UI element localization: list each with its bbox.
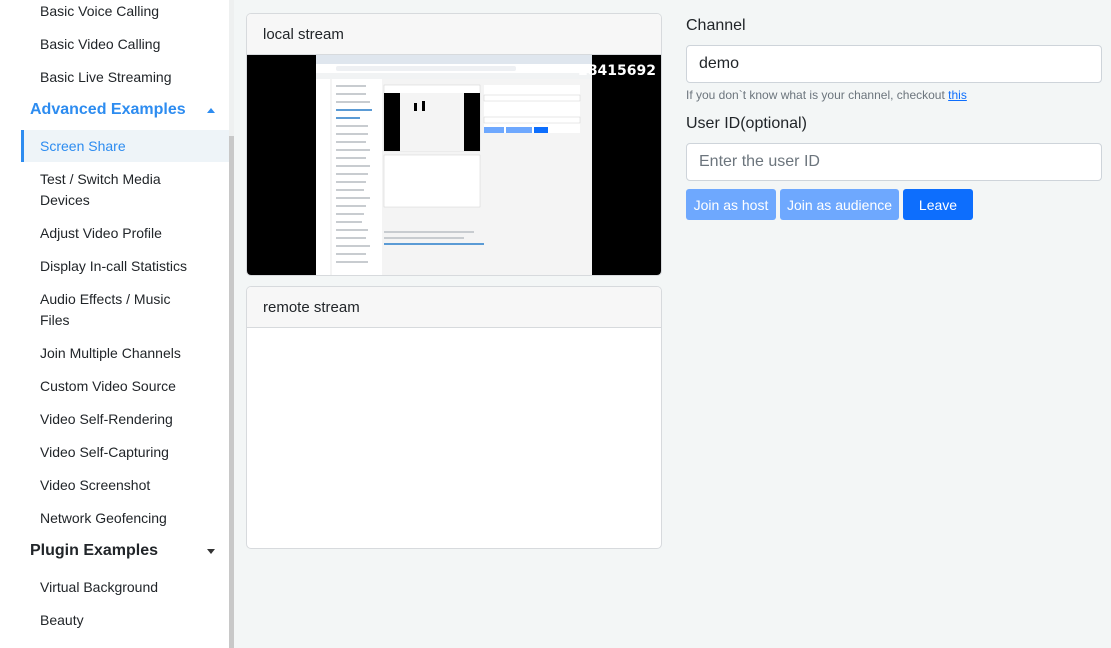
- sidebar-item-beauty[interactable]: Beauty: [40, 610, 190, 631]
- sidebar-item-virtual-background[interactable]: Virtual Background: [40, 577, 190, 598]
- uid-label: User ID(optional): [686, 115, 807, 132]
- sidebar-item-display-in-call-statistics[interactable]: Display In-call Statistics: [40, 256, 190, 277]
- local-stream-title: local stream: [247, 14, 661, 55]
- screen-share-preview: [316, 55, 592, 275]
- sidebar-item-network-geofencing[interactable]: Network Geofencing: [40, 508, 190, 529]
- sidebar: Basic Voice Calling Basic Video Calling …: [0, 0, 229, 648]
- sidebar-item-audio-effects[interactable]: Audio Effects / Music Files: [40, 289, 190, 331]
- channel-input[interactable]: [686, 45, 1102, 83]
- shared-screen-thumbnail: [316, 55, 592, 275]
- sidebar-item-basic-video-calling[interactable]: Basic Video Calling: [40, 34, 190, 55]
- uid-overlay: 28415692: [578, 63, 656, 79]
- sidebar-item-screen-share[interactable]: Screen Share: [40, 136, 190, 157]
- join-as-host-button[interactable]: Join as host: [686, 189, 776, 220]
- channel-hint-text: If you don`t know what is your channel, …: [686, 88, 949, 102]
- local-video-player: 28415692: [247, 55, 661, 275]
- sidebar-group-advanced-label: Advanced Examples: [30, 101, 186, 118]
- remote-stream-card: remote stream: [246, 286, 662, 549]
- sidebar-item-video-screenshot[interactable]: Video Screenshot: [40, 475, 190, 496]
- sidebar-item-basic-voice-calling[interactable]: Basic Voice Calling: [40, 1, 190, 22]
- sidebar-item-custom-video-source[interactable]: Custom Video Source: [40, 376, 190, 397]
- sidebar-item-join-multiple-channels[interactable]: Join Multiple Channels: [40, 343, 190, 364]
- chevron-up-icon: [207, 107, 215, 113]
- sidebar-item-video-self-capturing[interactable]: Video Self-Capturing: [40, 442, 190, 463]
- join-as-audience-button[interactable]: Join as audience: [780, 189, 899, 220]
- sidebar-group-plugin[interactable]: Plugin Examples: [30, 540, 215, 562]
- remote-stream-title: remote stream: [247, 287, 661, 328]
- sidebar-group-plugin-label: Plugin Examples: [30, 542, 159, 559]
- sidebar-item-video-self-rendering[interactable]: Video Self-Rendering: [40, 409, 190, 430]
- chevron-down-icon: [207, 548, 215, 554]
- sidebar-item-test-switch-media-devices[interactable]: Test / Switch Media Devices: [40, 169, 190, 211]
- uid-input[interactable]: [686, 143, 1102, 181]
- leave-button[interactable]: Leave: [903, 189, 973, 220]
- sidebar-scrollbar-thumb[interactable]: [229, 136, 234, 648]
- channel-hint-link[interactable]: this: [948, 88, 967, 102]
- local-stream-card: local stream 28415692: [246, 13, 662, 276]
- sidebar-group-advanced[interactable]: Advanced Examples: [30, 99, 215, 121]
- sidebar-item-adjust-video-profile[interactable]: Adjust Video Profile: [40, 223, 190, 244]
- sidebar-item-basic-live-streaming[interactable]: Basic Live Streaming: [40, 67, 190, 88]
- channel-label: Channel: [686, 17, 746, 34]
- channel-hint: If you don`t know what is your channel, …: [686, 88, 967, 102]
